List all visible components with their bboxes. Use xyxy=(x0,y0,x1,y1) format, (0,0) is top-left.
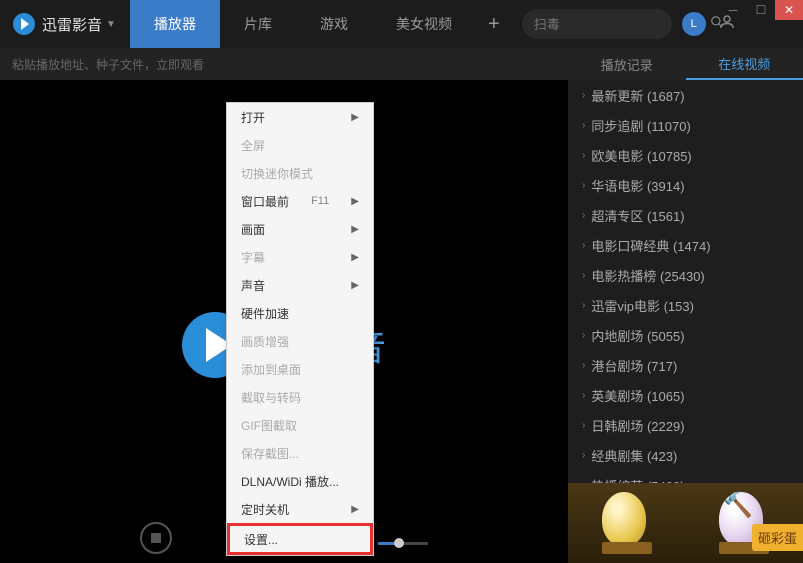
add-button[interactable]: + xyxy=(476,13,512,36)
category-item[interactable]: ›港台剧场 (717) xyxy=(568,350,803,380)
menu-item-5: 字幕▶ xyxy=(227,243,373,271)
chevron-right-icon: › xyxy=(582,150,585,161)
context-menu: 打开▶全屏切换迷你模式窗口最前F11▶画面▶字幕▶声音▶硬件加速画质增强添加到桌… xyxy=(226,102,374,556)
stop-button[interactable] xyxy=(140,522,172,554)
chevron-right-icon: › xyxy=(582,360,585,371)
close-button[interactable]: ✕ xyxy=(775,0,803,20)
category-item[interactable]: ›热播综艺 (5400) xyxy=(568,470,803,483)
chevron-right-icon: › xyxy=(582,120,585,131)
chevron-right-icon: › xyxy=(582,330,585,341)
nav-tab-player[interactable]: 播放器 xyxy=(130,0,220,48)
app-title: 迅雷影音 xyxy=(42,14,102,35)
menu-item-6[interactable]: 声音▶ xyxy=(227,271,373,299)
menu-item-15[interactable]: 设置... xyxy=(227,523,373,555)
chevron-right-icon: › xyxy=(582,450,585,461)
app-logo-area[interactable]: 迅雷影音 ▼ xyxy=(0,12,130,36)
nav-tab-games[interactable]: 游戏 xyxy=(296,0,372,48)
category-item[interactable]: ›超清专区 (1561) xyxy=(568,200,803,230)
nav-tab-library[interactable]: 片库 xyxy=(220,0,296,48)
category-item[interactable]: ›经典剧集 (423) xyxy=(568,440,803,470)
category-item[interactable]: ›英美剧场 (1065) xyxy=(568,380,803,410)
nav-tabs: 播放器 片库 游戏 美女视频 xyxy=(130,0,476,48)
submenu-arrow-icon: ▶ xyxy=(351,224,359,235)
maximize-button[interactable]: ☐ xyxy=(747,0,775,20)
menu-item-8: 画质增强 xyxy=(227,327,373,355)
hammer-icon: 🔨 xyxy=(723,491,753,520)
submenu-arrow-icon: ▶ xyxy=(351,252,359,263)
menu-item-3[interactable]: 窗口最前F11▶ xyxy=(227,187,373,215)
sidebar-tab-history[interactable]: 播放记录 xyxy=(568,48,686,80)
search-area xyxy=(522,9,672,39)
category-item[interactable]: ›欧美电影 (10785) xyxy=(568,140,803,170)
category-list: ›最新更新 (1687)›同步追剧 (11070)›欧美电影 (10785)›华… xyxy=(568,80,803,483)
egg-icon xyxy=(602,492,646,546)
menu-item-11: GIF图截取 xyxy=(227,411,373,439)
user-badge[interactable]: L xyxy=(682,12,706,36)
category-item[interactable]: ›华语电影 (3914) xyxy=(568,170,803,200)
window-controls: ─ ☐ ✕ xyxy=(719,0,803,20)
promo-banner[interactable]: 🔨 砸彩蛋 xyxy=(568,483,803,563)
menu-item-4[interactable]: 画面▶ xyxy=(227,215,373,243)
category-item[interactable]: ›电影口碑经典 (1474) xyxy=(568,230,803,260)
content-area: 音 播放记录 在线视频 ›最新更新 (1687)›同步追剧 (11070)›欧美… xyxy=(0,80,803,563)
minimize-button[interactable]: ─ xyxy=(719,0,747,20)
sidebar-tabs: 播放记录 在线视频 xyxy=(568,48,803,80)
app-menu-caret-icon[interactable]: ▼ xyxy=(106,19,116,30)
thunder-logo-icon xyxy=(12,12,36,36)
category-item[interactable]: ›内地剧场 (5055) xyxy=(568,320,803,350)
category-item[interactable]: ›日韩剧场 (2229) xyxy=(568,410,803,440)
category-item[interactable]: ›同步追剧 (11070) xyxy=(568,110,803,140)
menu-item-10: 截取与转码 xyxy=(227,383,373,411)
menu-item-14[interactable]: 定时关机▶ xyxy=(227,495,373,523)
chevron-right-icon: › xyxy=(582,420,585,431)
category-item[interactable]: ›最新更新 (1687) xyxy=(568,80,803,110)
chevron-right-icon: › xyxy=(582,240,585,251)
volume-slider[interactable] xyxy=(378,542,428,545)
chevron-right-icon: › xyxy=(582,210,585,221)
submenu-arrow-icon: ▶ xyxy=(351,504,359,515)
sidebar: 播放记录 在线视频 ›最新更新 (1687)›同步追剧 (11070)›欧美电影… xyxy=(568,80,803,563)
nav-tab-videos[interactable]: 美女视频 xyxy=(372,0,476,48)
chevron-right-icon: › xyxy=(582,300,585,311)
category-item[interactable]: ›迅雷vip电影 (153) xyxy=(568,290,803,320)
titlebar: 迅雷影音 ▼ 播放器 片库 游戏 美女视频 + L ─ ☐ ✕ xyxy=(0,0,803,48)
chevron-right-icon: › xyxy=(582,90,585,101)
submenu-arrow-icon: ▶ xyxy=(351,196,359,207)
submenu-arrow-icon: ▶ xyxy=(351,280,359,291)
promo-button[interactable]: 砸彩蛋 xyxy=(752,524,803,551)
menu-item-9: 添加到桌面 xyxy=(227,355,373,383)
menu-item-7[interactable]: 硬件加速 xyxy=(227,299,373,327)
chevron-right-icon: › xyxy=(582,180,585,191)
menu-item-0[interactable]: 打开▶ xyxy=(227,103,373,131)
menu-item-1: 全屏 xyxy=(227,131,373,159)
menu-item-13[interactable]: DLNA/WiDi 播放... xyxy=(227,467,373,495)
submenu-arrow-icon: ▶ xyxy=(351,112,359,123)
category-item[interactable]: ›电影热播榜 (25430) xyxy=(568,260,803,290)
chevron-right-icon: › xyxy=(582,270,585,281)
menu-item-2: 切换迷你模式 xyxy=(227,159,373,187)
menu-item-12: 保存截图... xyxy=(227,439,373,467)
chevron-right-icon: › xyxy=(582,390,585,401)
sidebar-tab-online[interactable]: 在线视频 xyxy=(686,48,803,80)
